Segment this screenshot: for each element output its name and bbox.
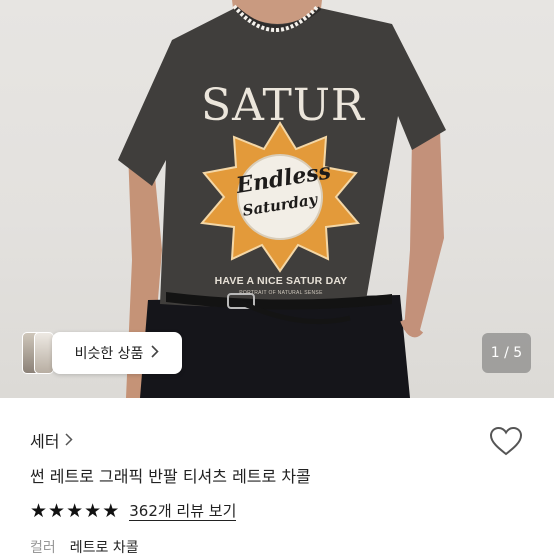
- star-icon: ★: [48, 499, 66, 522]
- option-value: 레트로 차콜: [69, 540, 139, 554]
- shop-name: 세터: [30, 432, 60, 451]
- star-icon: ★: [66, 499, 84, 522]
- review-link[interactable]: 362개 리뷰 보기: [129, 502, 237, 521]
- shirt-print-slogan: HAVE A NICE SATUR DAY: [214, 275, 348, 287]
- similar-products-label: 비슷한 상품: [74, 346, 144, 362]
- shop-link[interactable]: 세터: [30, 428, 74, 452]
- option-row: 컬러 레트로 차콜: [30, 537, 139, 554]
- option-label: 컬러: [30, 540, 56, 554]
- shirt-print-small: PORTRAIT OF NATURAL SENSE: [239, 290, 323, 296]
- like-button[interactable]: [488, 425, 524, 461]
- rating-row: ★ ★ ★ ★ ★ 362개 리뷰 보기: [30, 499, 237, 523]
- chevron-right-icon: [151, 344, 160, 362]
- heart-outline-icon: [489, 426, 523, 460]
- product-title: 썬 레트로 그래픽 반팔 티셔츠 레트로 차콜: [30, 467, 311, 486]
- similar-thumbnail[interactable]: [34, 332, 54, 374]
- star-rating: ★ ★ ★ ★ ★: [30, 499, 120, 522]
- image-pager: 1 / 5: [482, 333, 531, 373]
- shirt-print-title: SATUR: [200, 80, 366, 131]
- chevron-right-icon: [65, 431, 74, 450]
- similar-products-button[interactable]: 비슷한 상품: [52, 332, 182, 374]
- star-icon: ★: [30, 499, 48, 522]
- star-icon: ★: [102, 499, 120, 522]
- product-image[interactable]: SATUR Endless Saturday HAVE A NICE SATUR…: [0, 0, 554, 398]
- star-icon: ★: [84, 499, 102, 522]
